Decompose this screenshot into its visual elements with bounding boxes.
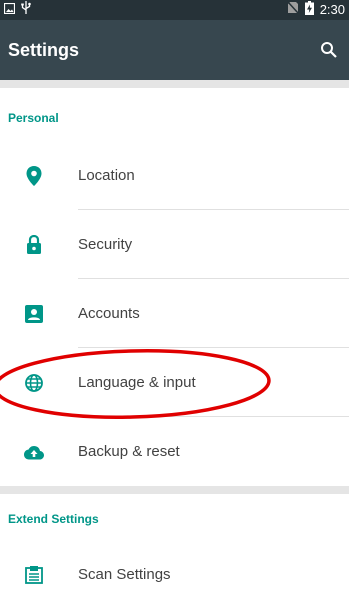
lock-icon xyxy=(24,235,44,255)
divider xyxy=(78,416,349,417)
settings-item-label: Accounts xyxy=(78,305,140,322)
divider xyxy=(78,278,349,279)
battery-charging-icon xyxy=(304,0,314,20)
settings-item-location[interactable]: Location xyxy=(0,142,349,210)
settings-item-language-input[interactable]: Language & input xyxy=(0,349,349,417)
divider xyxy=(78,347,349,348)
settings-item-label: Security xyxy=(78,236,133,253)
globe-icon xyxy=(24,373,44,393)
scanner-icon xyxy=(24,565,44,585)
settings-item-backup-reset[interactable]: Backup & reset xyxy=(0,418,349,486)
divider xyxy=(78,209,349,210)
no-sim-icon xyxy=(287,1,299,19)
section-header-extend-settings: Extend Settings xyxy=(8,512,99,526)
app-bar: Settings xyxy=(0,20,349,80)
settings-item-label: Backup & reset xyxy=(78,443,180,460)
section-header-personal: Personal xyxy=(8,111,59,125)
location-pin-icon xyxy=(24,166,44,186)
status-bar: 2:30 xyxy=(0,0,349,20)
settings-item-label: Language & input xyxy=(78,374,196,391)
usb-icon xyxy=(21,1,31,19)
cloud-upload-icon xyxy=(24,442,44,462)
image-icon xyxy=(3,1,16,19)
status-bar-right: 2:30 xyxy=(287,0,345,20)
section-shadow xyxy=(0,486,349,494)
search-button[interactable] xyxy=(317,38,341,62)
account-box-icon xyxy=(24,304,44,324)
status-time: 2:30 xyxy=(319,2,345,17)
search-icon xyxy=(321,42,337,58)
settings-item-label: Scan Settings xyxy=(78,566,171,583)
page-title: Settings xyxy=(8,40,80,60)
settings-item-scan-settings[interactable]: Scan Settings xyxy=(0,541,349,609)
settings-item-security[interactable]: Security xyxy=(0,211,349,279)
settings-item-label: Location xyxy=(78,167,135,184)
settings-item-accounts[interactable]: Accounts xyxy=(0,280,349,348)
status-bar-left xyxy=(3,1,31,19)
app-bar-shadow xyxy=(0,80,349,88)
